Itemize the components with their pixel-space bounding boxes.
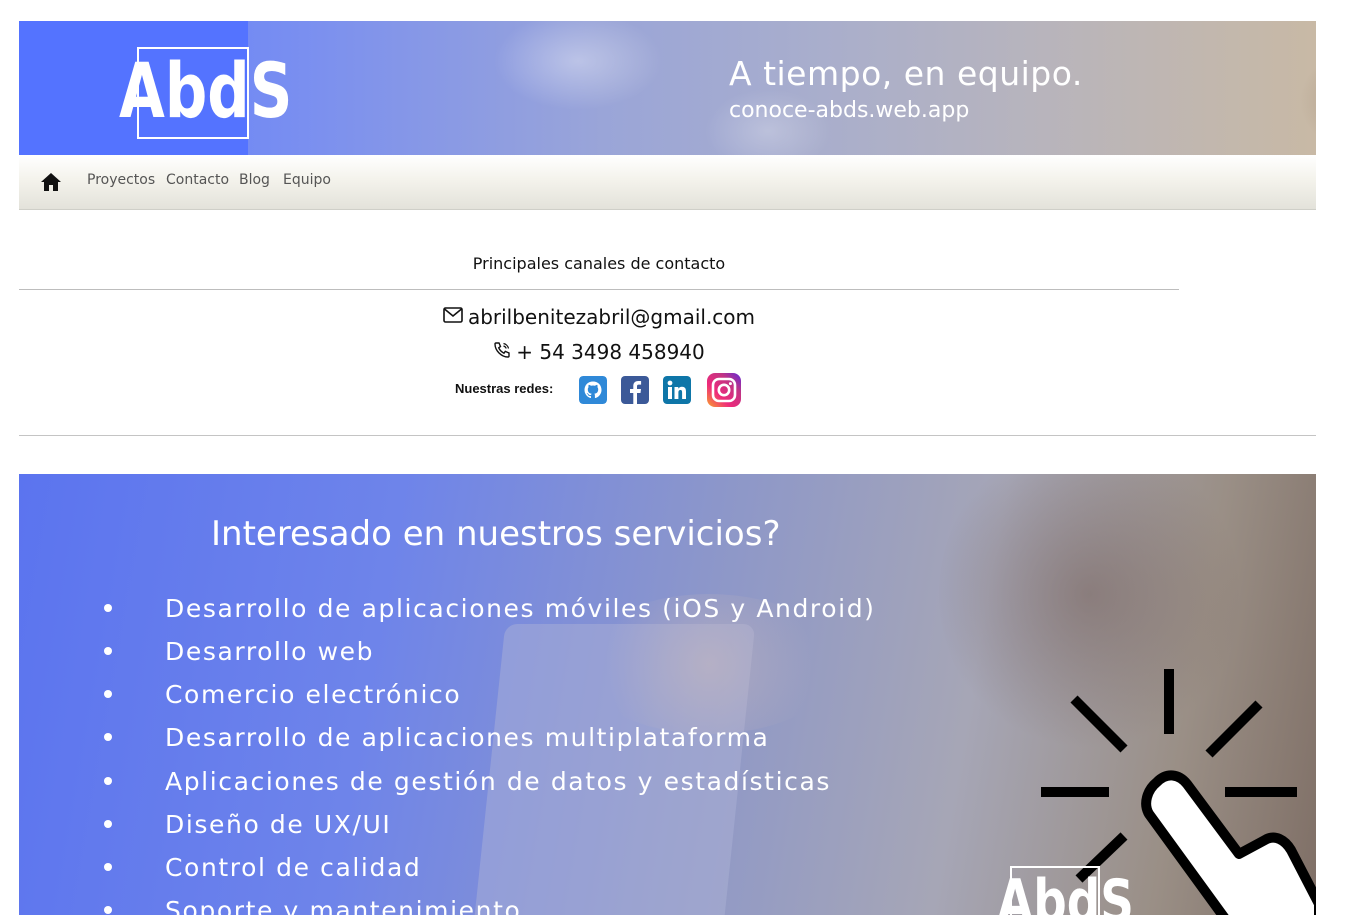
service-label: Soporte y mantenimiento — [165, 896, 522, 915]
divider — [19, 289, 1179, 290]
bullet — [104, 733, 112, 741]
linkedin-icon[interactable] — [663, 376, 691, 404]
service-label: Aplicaciones de gestión de datos y estad… — [165, 767, 832, 796]
logo-text: AbdS — [119, 46, 293, 135]
nav-bar: Proyectos Contacto Blog Equipo — [19, 155, 1316, 210]
nav-link-contacto[interactable]: Contacto — [166, 172, 229, 188]
services-banner: Interesado en nuestros servicios? Desarr… — [19, 474, 1316, 915]
page: AbdS A tiempo, en equipo. conoce-abds.we… — [0, 0, 1352, 915]
service-label: Desarrollo de aplicaciones móviles (iOS … — [165, 594, 876, 623]
services-logo: AbdS — [997, 866, 1134, 915]
bullet — [104, 647, 112, 655]
service-label: Diseño de UX/UI — [165, 810, 392, 839]
nav-link-equipo[interactable]: Equipo — [283, 172, 331, 188]
abds-logo[interactable]: AbdS — [119, 47, 292, 139]
service-label: Desarrollo web — [165, 637, 375, 666]
tagline: A tiempo, en equipo. — [729, 54, 1083, 93]
mail-icon — [443, 306, 463, 323]
bullet — [104, 777, 112, 785]
service-label: Control de calidad — [165, 853, 422, 882]
bullet — [104, 820, 112, 828]
github-icon[interactable] — [579, 376, 607, 404]
contact-title: Principales canales de contacto — [472, 254, 726, 273]
email-link[interactable]: abrilbenitezabril@gmail.com — [468, 305, 755, 329]
bullet — [104, 863, 112, 871]
divider — [19, 435, 1316, 436]
site-url: conoce-abds.web.app — [729, 98, 970, 123]
nav-link-blog[interactable]: Blog — [239, 172, 270, 188]
service-label: Desarrollo de aplicaciones multiplatafor… — [165, 723, 770, 752]
services-title: Interesado en nuestros servicios? — [211, 514, 781, 554]
bullet — [104, 690, 112, 698]
phone-number: + 54 3498 458940 — [516, 340, 705, 364]
email-row: abrilbenitezabril@gmail.com — [0, 305, 1198, 329]
bullet — [104, 604, 112, 612]
facebook-icon[interactable] — [621, 376, 649, 404]
header-banner: AbdS A tiempo, en equipo. conoce-abds.we… — [19, 21, 1316, 155]
phone-row: + 54 3498 458940 — [0, 340, 1198, 364]
logo-text: AbdS — [997, 867, 1134, 915]
service-label: Comercio electrónico — [165, 680, 462, 709]
nav-link-proyectos[interactable]: Proyectos — [87, 172, 155, 188]
phone-icon — [494, 341, 510, 358]
home-icon[interactable] — [38, 170, 64, 194]
instagram-icon[interactable] — [707, 373, 741, 407]
social-label: Nuestras redes: — [455, 381, 554, 396]
bullet — [104, 906, 112, 914]
